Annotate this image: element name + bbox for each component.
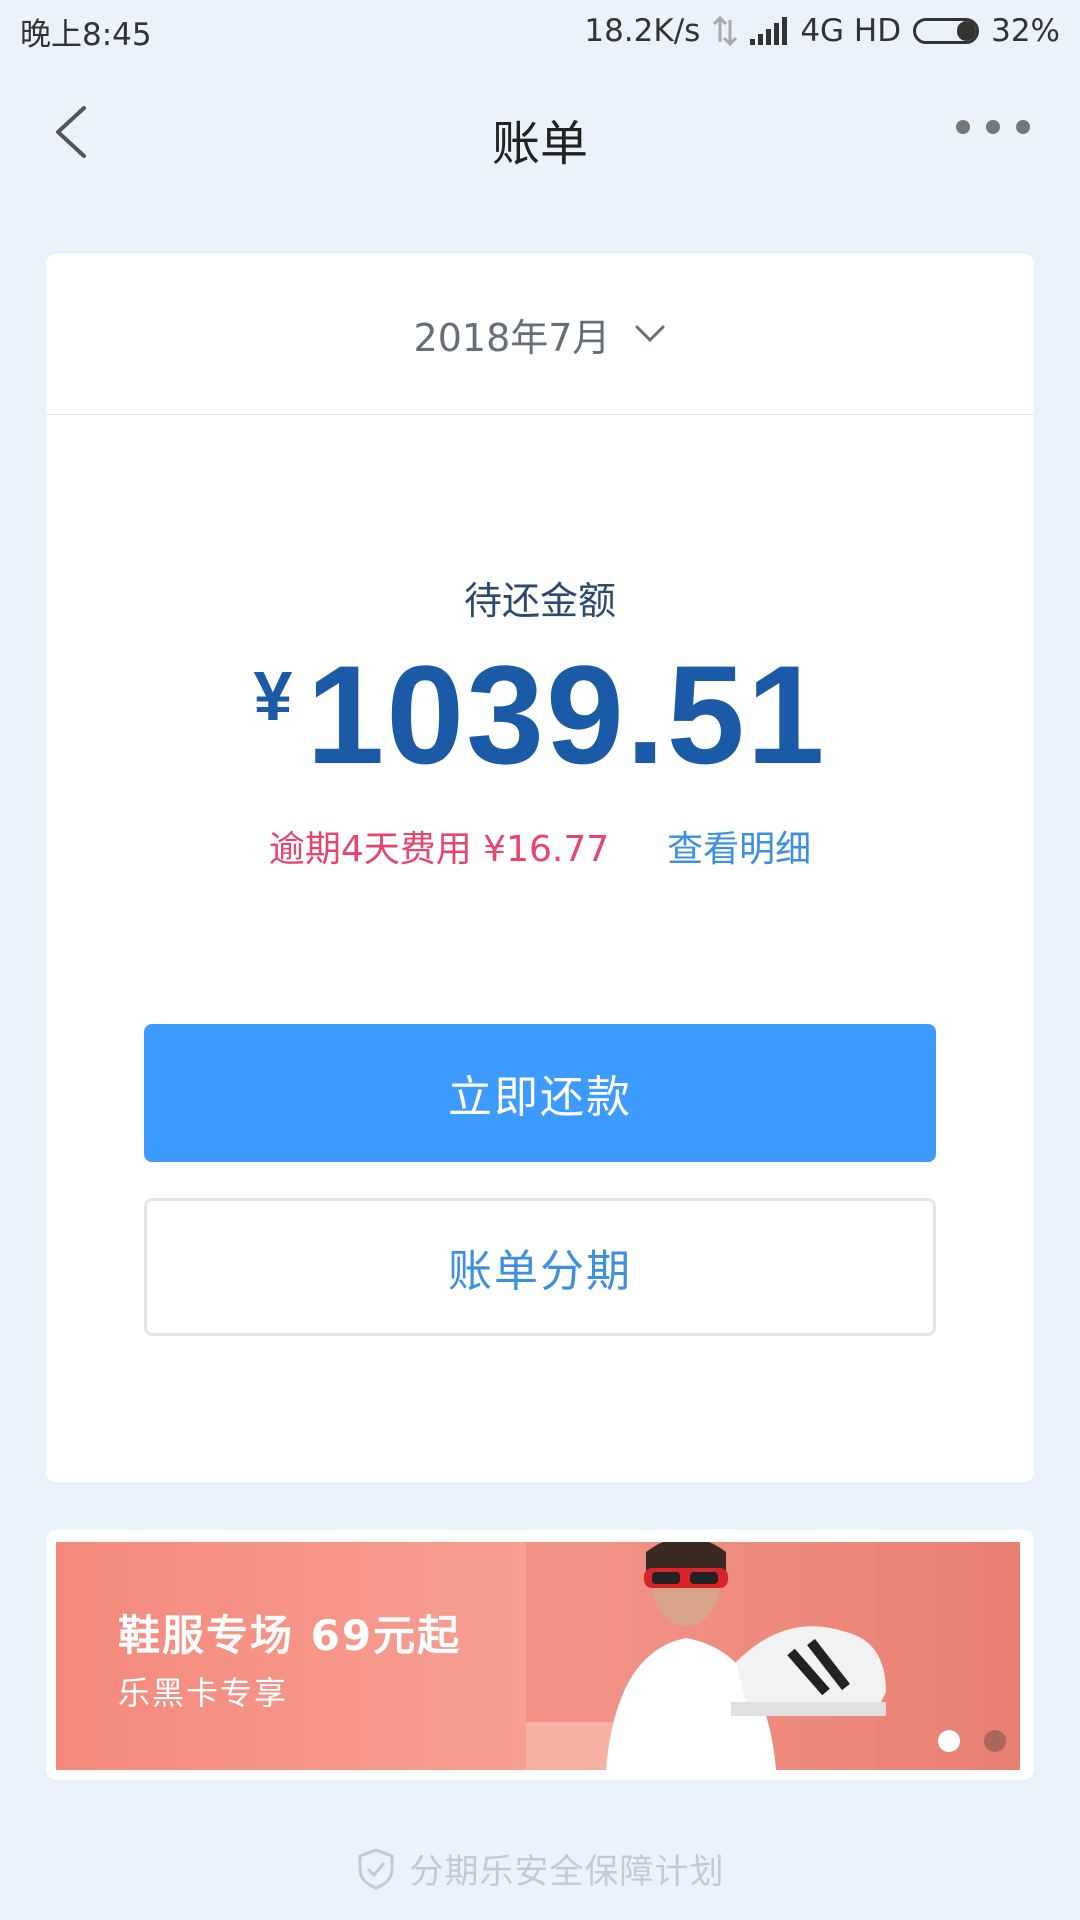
- carousel-dot[interactable]: [984, 1730, 1006, 1752]
- more-dot: [986, 120, 1000, 134]
- network-type: 4G HD: [800, 13, 902, 49]
- security-footer: 分期乐安全保障计划: [0, 1844, 1080, 1893]
- overdue-info: 逾期4天费用 ¥16.77 查看明细: [46, 820, 1034, 872]
- bill-card: 2018年7月 待还金额 ¥1039.51 逾期4天费用 ¥16.77 查看明细 …: [46, 254, 1034, 1482]
- data-transfer-icon: [713, 16, 738, 46]
- bill-installment-button[interactable]: 账单分期: [144, 1198, 936, 1336]
- promo-banner-card: 鞋服专场 69元起 乐黑卡专享: [46, 1530, 1034, 1780]
- footer-text: 分期乐安全保障计划: [409, 1852, 725, 1892]
- banner-subtitle: 乐黑卡专享: [118, 1674, 289, 1712]
- battery-percent: 32%: [991, 13, 1060, 49]
- banner-title: 鞋服专场 69元起: [118, 1611, 462, 1660]
- currency-symbol: ¥: [253, 657, 293, 735]
- chevron-down-icon: [635, 325, 665, 343]
- carousel-indicator: [938, 1730, 1006, 1752]
- battery-level: [956, 21, 977, 41]
- pay-now-button[interactable]: 立即还款: [144, 1024, 936, 1162]
- overdue-fee-text: 逾期4天费用 ¥16.77: [268, 829, 610, 870]
- page-title: 账单: [491, 116, 588, 172]
- status-indicators: 18.2K/s 4G HD 32%: [584, 13, 1060, 49]
- network-speed: 18.2K/s: [584, 13, 701, 49]
- amount-due-label: 待还金额: [463, 579, 616, 623]
- amount-due: ¥1039.51: [46, 634, 1034, 796]
- month-label: 2018年7月: [413, 315, 611, 360]
- view-details-link[interactable]: 查看明细: [667, 829, 811, 870]
- status-bar: 晚上8:45 18.2K/s 4G HD 32%: [0, 0, 1080, 62]
- month-selector[interactable]: 2018年7月: [46, 254, 1034, 415]
- more-options-icon[interactable]: [956, 120, 1030, 134]
- shield-check-icon: [358, 1847, 393, 1890]
- more-dot: [956, 120, 970, 134]
- signal-icon: [750, 17, 788, 45]
- carousel-dot-active[interactable]: [938, 1730, 960, 1752]
- promo-banner[interactable]: 鞋服专场 69元起 乐黑卡专享: [56, 1542, 1020, 1770]
- nav-bar: 账单: [0, 62, 1080, 202]
- status-time: 晚上8:45: [20, 16, 152, 53]
- battery-icon: [913, 18, 980, 44]
- amount-value: 1039.51: [306, 636, 827, 793]
- more-dot: [1016, 120, 1030, 134]
